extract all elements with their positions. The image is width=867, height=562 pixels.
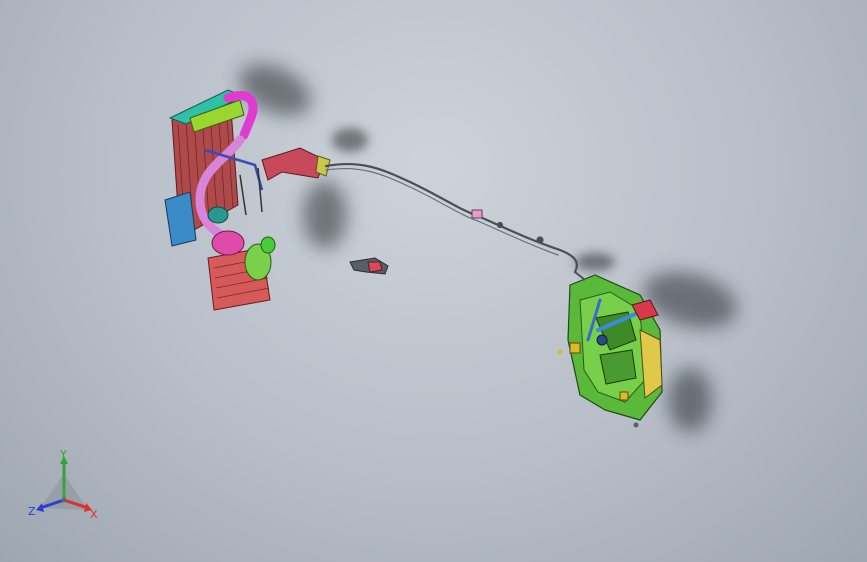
orientation-triad[interactable]: Y X Z: [26, 448, 106, 524]
model-shadows: [239, 64, 737, 432]
bracket-part[interactable]: [349, 257, 389, 275]
triad-origin: [61, 497, 67, 503]
intake-duct[interactable]: [261, 147, 331, 181]
pump-block[interactable]: [207, 206, 276, 311]
x-axis-label: X: [90, 508, 98, 521]
cable-harness[interactable]: [324, 162, 578, 274]
model-viewport[interactable]: [0, 0, 867, 562]
z-axis-label: Z: [28, 505, 36, 518]
y-axis-label: Y: [59, 448, 67, 461]
